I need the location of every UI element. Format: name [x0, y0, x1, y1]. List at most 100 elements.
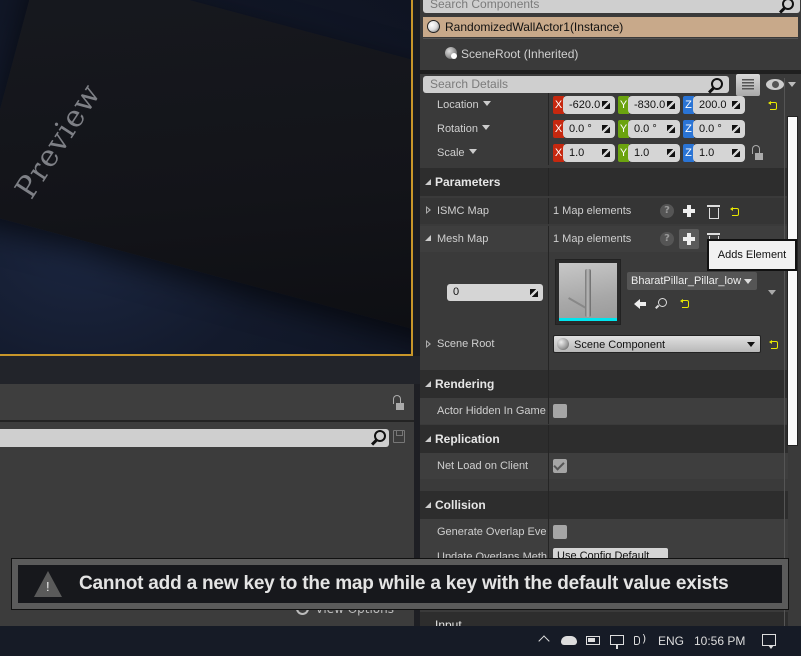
column-divider[interactable] [548, 141, 549, 165]
scale-label[interactable]: Scale [437, 141, 547, 165]
battery-icon[interactable] [586, 636, 600, 645]
location-label[interactable]: Location [437, 93, 547, 117]
category-rendering[interactable]: Rendering [420, 370, 788, 398]
net-load-checkbox[interactable] [553, 459, 567, 473]
lock-icon[interactable] [392, 395, 406, 411]
scale-lock-icon[interactable] [751, 145, 763, 161]
rotation-y-field[interactable]: Y 0.0 ° [618, 120, 681, 138]
mesh-thumbnail[interactable] [555, 259, 621, 325]
rotation-x-value[interactable]: 0.0 ° [563, 120, 615, 138]
location-label-text: Location [437, 99, 479, 111]
scene-component-icon [445, 47, 457, 59]
category-collision[interactable]: Collision [420, 491, 788, 519]
search-details-placeholder: Search Details [430, 77, 509, 91]
trash-icon[interactable] [707, 205, 720, 219]
category-input[interactable]: Input [420, 612, 788, 626]
entry-options-dropdown-icon[interactable] [768, 290, 776, 295]
column-divider[interactable] [548, 93, 549, 117]
search-components-input[interactable]: Search Components [423, 0, 800, 13]
scale-y-value[interactable]: 1.0 [628, 144, 680, 162]
expand-triangle-icon[interactable] [426, 340, 431, 348]
category-parameters[interactable]: Parameters [420, 168, 788, 196]
category-replication[interactable]: Replication [420, 425, 788, 453]
column-divider[interactable] [548, 252, 549, 332]
column-divider[interactable] [548, 398, 549, 424]
scene-root-class-picker[interactable]: Scene Component [553, 335, 761, 353]
location-x-value[interactable]: -620.0 [563, 96, 615, 114]
search-icon[interactable] [374, 430, 386, 442]
collapse-triangle-icon[interactable] [425, 235, 431, 241]
reset-to-default-icon[interactable] [730, 207, 740, 216]
scene-root-value: Scene Component [574, 339, 666, 351]
actor-hidden-label: Actor Hidden In Game [437, 405, 546, 417]
rotation-label[interactable]: Rotation [437, 117, 547, 141]
expand-triangle-icon[interactable] [426, 206, 431, 214]
help-icon[interactable]: ? [660, 232, 674, 246]
clock[interactable]: 10:56 PM [694, 626, 745, 656]
column-divider[interactable] [548, 226, 549, 252]
onedrive-cloud-icon[interactable] [561, 636, 577, 645]
use-selected-asset-icon[interactable] [634, 299, 646, 309]
view-options-dropdown[interactable] [766, 78, 796, 92]
property-row-scale: Scale X 1.0 Y 1.0 Z 1.0 [420, 141, 788, 165]
property-row-generate-overlap: Generate Overlap Ever [420, 519, 788, 545]
reset-to-default-icon[interactable] [680, 299, 690, 308]
notification-message: Cannot add a new key to the map while a … [79, 573, 729, 594]
input-language[interactable]: ENG [658, 626, 684, 656]
network-icon[interactable] [610, 635, 624, 649]
scrollbar-thumb[interactable] [787, 116, 798, 446]
search-details-input[interactable]: Search Details [423, 76, 729, 93]
column-divider[interactable] [548, 198, 549, 224]
category-title: Input [435, 618, 462, 626]
column-divider[interactable] [548, 332, 549, 356]
reset-to-default-icon[interactable] [768, 101, 778, 110]
scale-x-field[interactable]: X 1.0 [553, 144, 616, 162]
tooltip: Adds Element [707, 239, 797, 271]
action-center-icon[interactable] [762, 634, 776, 649]
location-z-field[interactable]: Z 200.0 [683, 96, 746, 114]
property-row-actor-hidden: Actor Hidden In Game [420, 398, 788, 424]
rotation-z-value[interactable]: 0.0 ° [693, 120, 745, 138]
browse-asset-icon[interactable] [658, 298, 667, 307]
volume-icon[interactable] [634, 632, 646, 645]
search-icon[interactable] [782, 0, 794, 10]
column-divider[interactable] [548, 519, 549, 545]
generate-overlap-checkbox[interactable] [553, 525, 567, 539]
column-divider[interactable] [548, 117, 549, 141]
notification-body: Cannot add a new key to the map while a … [18, 565, 782, 603]
location-x-field[interactable]: X -620.0 [553, 96, 616, 114]
mesh-asset-picker[interactable]: BharatPillar_Pillar_low [627, 272, 757, 290]
location-y-value[interactable]: -830.0 [628, 96, 680, 114]
reset-to-default-icon[interactable] [769, 340, 779, 349]
help-icon[interactable]: ? [660, 204, 674, 218]
mesh-map-label: Mesh Map [437, 233, 489, 245]
actor-hidden-checkbox[interactable] [553, 404, 567, 418]
spacer-row [420, 479, 788, 491]
scale-label-text: Scale [437, 147, 465, 159]
chevron-down-icon [482, 101, 491, 106]
rotation-y-value[interactable]: 0.0 ° [628, 120, 680, 138]
left-panel-search-input[interactable] [0, 429, 389, 447]
location-y-field[interactable]: Y -830.0 [618, 96, 681, 114]
scale-z-field[interactable]: Z 1.0 [683, 144, 746, 162]
mesh-map-key-field[interactable]: 0 [447, 284, 543, 301]
viewport-preview[interactable]: Preview [0, 0, 413, 356]
search-icon[interactable] [711, 78, 723, 90]
column-divider[interactable] [548, 453, 549, 479]
show-hidden-icons-icon[interactable] [538, 635, 550, 647]
component-item-sceneroot[interactable]: SceneRoot (Inherited) [423, 38, 798, 68]
rotation-x-field[interactable]: X 0.0 ° [553, 120, 616, 138]
column-divider [548, 425, 549, 453]
scale-z-value[interactable]: 1.0 [693, 144, 745, 162]
scale-x-value[interactable]: 1.0 [563, 144, 615, 162]
location-z-value[interactable]: 200.0 [693, 96, 745, 114]
component-item-instance[interactable]: RandomizedWallActor1(Instance) [423, 17, 798, 37]
add-element-icon[interactable] [683, 205, 695, 217]
rotation-z-field[interactable]: Z 0.0 ° [683, 120, 746, 138]
scrollbar-track[interactable] [784, 78, 785, 626]
add-element-button[interactable] [679, 229, 699, 249]
scale-y-field[interactable]: Y 1.0 [618, 144, 681, 162]
chevron-down-icon [468, 149, 477, 154]
ismc-map-label: ISMC Map [437, 205, 489, 217]
save-icon[interactable] [393, 430, 405, 443]
